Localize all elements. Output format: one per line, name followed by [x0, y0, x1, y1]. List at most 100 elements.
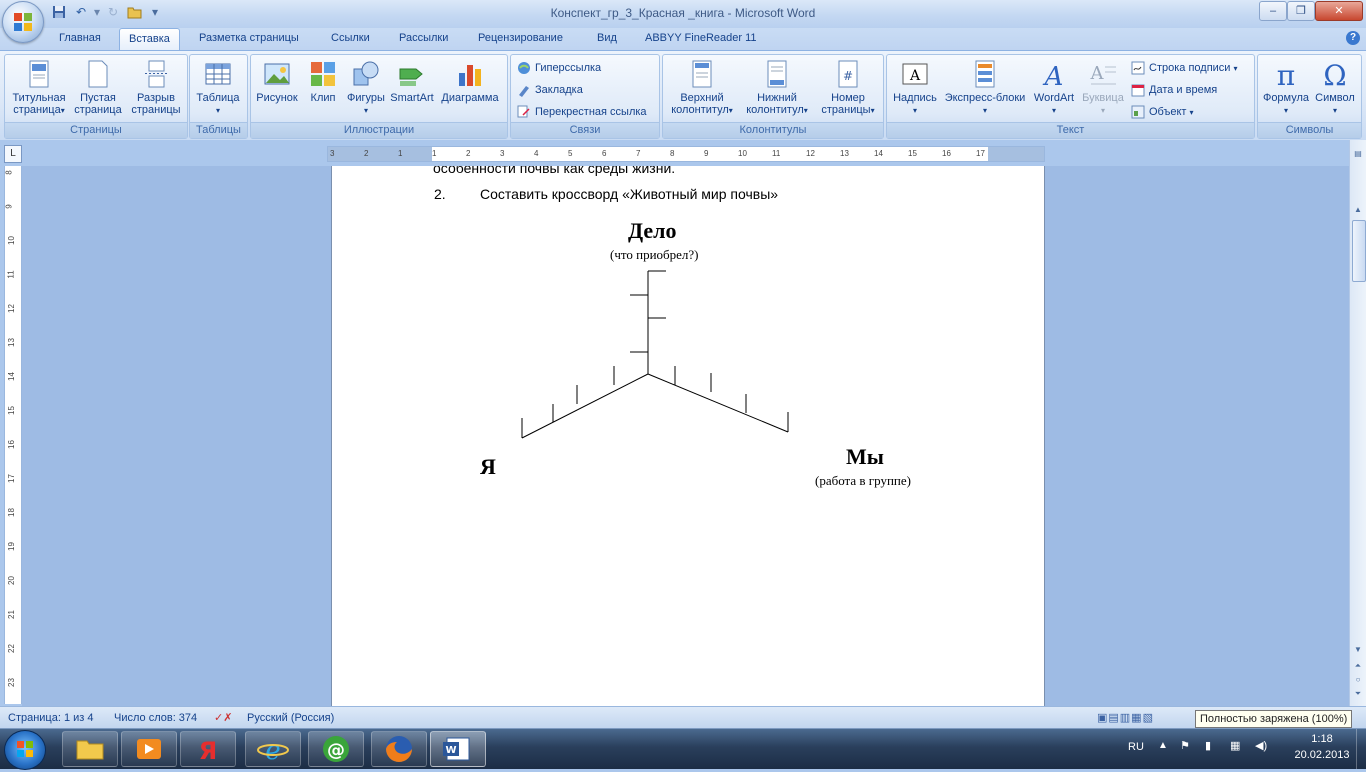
coordinate-diagram [521, 270, 789, 439]
volume-icon[interactable]: ◀) [1255, 739, 1267, 752]
flag-icon[interactable]: ⚑ [1180, 739, 1190, 752]
dropcap-button[interactable]: A Буквица ▾ [1079, 57, 1127, 121]
axis-left [521, 373, 649, 439]
header-button[interactable]: Верхний колонтитул▾ [665, 57, 739, 121]
battery-icon[interactable]: ▮ [1205, 739, 1211, 752]
next-page-icon[interactable]: ⏷ [1352, 688, 1364, 700]
spellcheck-icon[interactable]: ✓✗ [214, 711, 232, 725]
taskbar-firefox[interactable] [371, 731, 427, 767]
picture-button[interactable]: Рисунок [253, 57, 301, 121]
group-headers-label: Колонтитулы [663, 122, 883, 138]
crossref-button[interactable]: Перекрестная ссылка [517, 102, 647, 122]
horizontal-ruler[interactable]: 3 2 1 1 2 3 4 5 6 7 8 9 10 11 12 13 14 15 16 17 [327, 146, 1045, 162]
yandex-icon: Я [199, 737, 217, 765]
clipart-button[interactable]: Клип [303, 57, 343, 121]
signature-line-button[interactable]: Строка подписи ▾ [1131, 58, 1238, 78]
help-icon[interactable]: ? [1346, 31, 1360, 45]
footer-icon [767, 60, 787, 88]
document-page[interactable]: особенности почвы как среды жизни. 2. Со… [331, 166, 1045, 706]
tab-review[interactable]: Рецензирование [469, 28, 572, 49]
cover-page-button[interactable]: Титульная страница▾ [7, 57, 71, 121]
page-count[interactable]: Страница: 1 из 4 [8, 711, 94, 725]
taskbar-ie[interactable]: e [245, 731, 301, 767]
taskbar-yandex[interactable]: Я [180, 731, 236, 767]
wordart-button[interactable]: A WordArt ▾ [1029, 57, 1079, 121]
start-button[interactable] [4, 730, 46, 770]
scroll-up-icon[interactable]: ▲ [1352, 204, 1364, 216]
datetime-button[interactable]: Дата и время [1131, 80, 1217, 100]
word-count[interactable]: Число слов: 374 [114, 711, 197, 725]
group-links: Гиперссылка Закладка Перекрестная ссылка… [510, 54, 660, 139]
blank-page-icon [88, 60, 108, 88]
scroll-thumb[interactable] [1352, 220, 1366, 282]
pi-icon: π [1277, 59, 1295, 89]
group-illustrations-label: Иллюстрации [251, 122, 507, 138]
page-break-button[interactable]: Разрыв страницы [127, 57, 185, 121]
clock-date[interactable]: 20.02.2013 [1287, 749, 1357, 761]
tab-mailings[interactable]: Рассылки [390, 28, 457, 49]
svg-text:A: A [909, 68, 921, 84]
clock-time[interactable]: 1:18 [1300, 733, 1344, 745]
shapes-button[interactable]: Фигуры ▾ [343, 57, 389, 121]
bookmark-button[interactable]: Закладка [517, 80, 583, 100]
header-icon [692, 60, 712, 88]
tab-references[interactable]: Ссылки [322, 28, 379, 49]
clipart-icon [311, 62, 335, 86]
dropcap-icon: A [1090, 63, 1116, 85]
smartart-button[interactable]: SmartArt [389, 57, 435, 121]
scroll-down-icon[interactable]: ▼ [1352, 644, 1364, 656]
tab-home[interactable]: Главная [50, 28, 110, 49]
minimize-button[interactable]: – [1259, 1, 1287, 21]
tray-show-hidden-icon[interactable]: ▲ [1158, 740, 1168, 751]
ruler-number: 3 [500, 149, 505, 158]
footer-button[interactable]: Нижний колонтитул▾ [739, 57, 815, 121]
quickparts-button[interactable]: Экспресс-блоки ▾ [941, 57, 1029, 121]
group-symbols-label: Символы [1258, 122, 1361, 138]
windows-logo-icon [17, 741, 33, 757]
tab-insert[interactable]: Вставка [119, 28, 180, 50]
taskbar-explorer[interactable] [62, 731, 118, 767]
tab-abbyy[interactable]: ABBYY FineReader 11 [636, 28, 766, 49]
tab-page-layout[interactable]: Разметка страницы [190, 28, 308, 49]
group-pages-label: Страницы [5, 122, 187, 138]
language-tray[interactable]: RU [1128, 741, 1144, 753]
tab-view[interactable]: Вид [588, 28, 626, 49]
taskbar-media-player[interactable] [121, 731, 177, 767]
blank-page-button[interactable]: Пустая страница [71, 57, 125, 121]
vertical-ruler[interactable]: 8 9 10 11 12 13 14 15 16 17 18 19 20 21 22 23 [4, 166, 22, 704]
quickparts-icon [975, 60, 995, 88]
taskbar: Я e @ W RU ▲ ⚑ ▮ ▦ ◀) 1:18 20.02.2013 [0, 728, 1366, 770]
table-button[interactable]: Таблица ▾ [192, 57, 244, 121]
textbox-button[interactable]: A Надпись ▾ [889, 57, 941, 121]
browse-object-icon[interactable]: ○ [1352, 674, 1364, 686]
page-number-button[interactable]: # Номер страницы▾ [815, 57, 881, 121]
network-icon[interactable]: ▦ [1230, 739, 1240, 752]
maximize-button[interactable]: ❐ [1287, 1, 1315, 21]
picture-icon [264, 63, 290, 85]
symbol-button[interactable]: Ω Символ ▾ [1310, 57, 1360, 121]
chart-button[interactable]: Диаграмма [437, 57, 503, 121]
language-indicator[interactable]: Русский (Россия) [247, 711, 334, 725]
group-pages: Титульная страница▾ Пустая страница Разр… [4, 54, 188, 139]
office-button[interactable] [2, 1, 44, 43]
vertical-scrollbar[interactable]: ▤ ▲ ▼ ⏶ ○ ⏷ [1349, 140, 1366, 706]
taskbar-mail-agent[interactable]: @ [308, 731, 364, 767]
view-buttons[interactable]: ▣▤▥▦▧ [1097, 711, 1193, 725]
taskbar-word[interactable]: W [430, 731, 486, 767]
ruler-number: 1 [398, 149, 403, 158]
page-break-icon [145, 60, 168, 88]
ruler-number: 3 [330, 149, 335, 158]
object-button[interactable]: Объект ▾ [1131, 102, 1194, 122]
tab-selector-icon[interactable]: L [4, 145, 22, 163]
close-button[interactable]: ✕ [1315, 1, 1363, 21]
title-bar: ↶ ▾ ↻ ▾ Конспект_гр_3_Красная _книга - M… [0, 0, 1366, 29]
ruler-number: 14 [6, 372, 16, 381]
ruler-number: 13 [840, 149, 849, 158]
show-desktop-button[interactable] [1356, 729, 1366, 769]
office-logo-icon [14, 13, 32, 31]
previous-page-icon[interactable]: ⏶ [1352, 660, 1364, 672]
hyperlink-button[interactable]: Гиперссылка [517, 58, 601, 78]
battery-tooltip: Полностью заряжена (100%) [1195, 710, 1353, 728]
ruler-toggle-icon[interactable]: ▤ [1352, 148, 1364, 160]
equation-button[interactable]: π Формула ▾ [1260, 57, 1312, 121]
